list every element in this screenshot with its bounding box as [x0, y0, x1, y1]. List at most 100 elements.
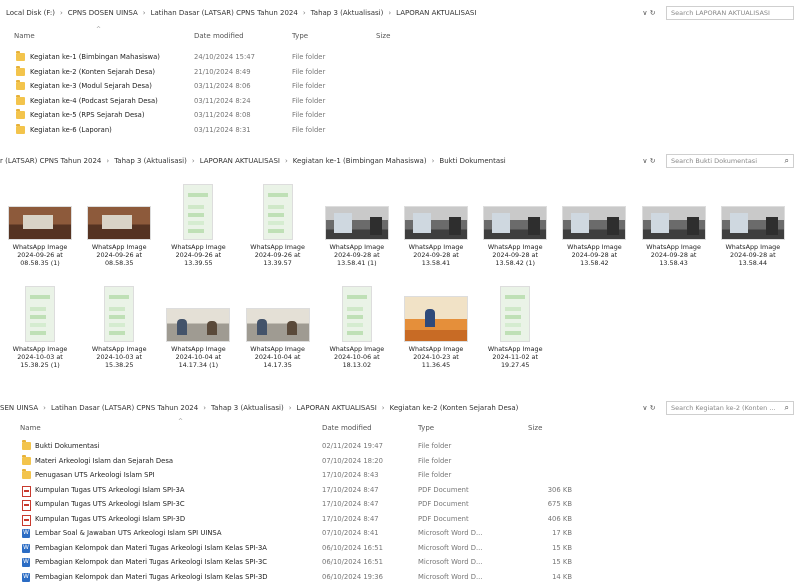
chevron-down-icon[interactable]: ∨	[642, 9, 647, 17]
breadcrumb-item[interactable]: Latihan Dasar (LATSAR) CPNS Tahun 2024	[151, 9, 298, 17]
sort-caret-icon: ^	[178, 418, 183, 425]
image-tile[interactable]: WhatsApp Image2024-09-28 at13.58.41 (1)	[321, 206, 393, 267]
column-size[interactable]: Size	[376, 32, 390, 40]
column-header: ^ Name Date modified Type Size	[0, 420, 798, 436]
breadcrumb-item[interactable]: r (LATSAR) CPNS Tahun 2024	[0, 157, 101, 165]
breadcrumb: Local Disk (F:)›CPNS DOSEN UINSA›Latihan…	[0, 9, 632, 17]
image-tile[interactable]: WhatsApp Image2024-09-28 at13.58.42 (1)	[479, 206, 551, 267]
column-size[interactable]: Size	[528, 424, 542, 432]
image-filename-line: WhatsApp Image	[242, 345, 314, 353]
image-tile[interactable]: WhatsApp Image2024-10-23 at11.36.45	[400, 296, 472, 369]
file-row[interactable]: Kegiatan ke-3 (Modul Sejarah Desa)03/11/…	[0, 79, 798, 94]
breadcrumb-item[interactable]: CPNS DOSEN UINSA	[68, 9, 138, 17]
chevron-down-icon[interactable]: ∨	[642, 404, 647, 412]
image-tile[interactable]: WhatsApp Image2024-09-28 at13.58.42	[558, 206, 630, 267]
image-thumbnail	[404, 206, 468, 240]
image-thumbnail	[642, 206, 706, 240]
image-tile[interactable]: WhatsApp Image2024-10-04 at14.17.35	[242, 308, 314, 369]
refresh-icon[interactable]: ↻	[650, 404, 656, 412]
column-type[interactable]: Type	[292, 32, 308, 40]
file-row[interactable]: Kegiatan ke-5 (RPS Sejarah Desa)03/11/20…	[0, 108, 798, 123]
file-name: Kegiatan ke-1 (Bimbingan Mahasiswa)	[30, 53, 160, 61]
image-tile[interactable]: WhatsApp Image2024-10-03 at15.38.25 (1)	[4, 286, 76, 369]
image-tile[interactable]: WhatsApp Image2024-09-26 at08.58.35	[83, 206, 155, 267]
address-bar[interactable]: r (LATSAR) CPNS Tahun 2024 › Tahap 3 (Aktu…	[0, 150, 798, 172]
file-size: 675 KB	[532, 500, 572, 508]
breadcrumb-item[interactable]: LAPORAN AKTUALISASI	[297, 404, 377, 412]
word-document-icon	[22, 544, 30, 553]
breadcrumb-item[interactable]: Tahap 3 (Aktualisasi)	[311, 9, 384, 17]
image-thumbnail	[721, 206, 785, 240]
breadcrumb-item[interactable]: Bukti Dokumentasi	[439, 157, 505, 165]
image-tile[interactable]: WhatsApp Image2024-09-26 at13.39.57	[242, 184, 314, 267]
file-row[interactable]: Kumpulan Tugas UTS Arkeologi Islam SPI-3…	[0, 483, 798, 498]
file-row[interactable]: Lembar Soal & Jawaban UTS Arkeologi Isla…	[0, 526, 798, 541]
image-tile[interactable]: WhatsApp Image2024-09-28 at13.58.43	[638, 206, 710, 267]
breadcrumb-item[interactable]: SEN UINSA	[0, 404, 38, 412]
breadcrumb-item[interactable]: Local Disk (F:)	[6, 9, 55, 17]
image-tile[interactable]: WhatsApp Image2024-10-04 at14.17.34 (1)	[162, 308, 234, 369]
breadcrumb-item[interactable]: Kegiatan ke-2 (Konten Sejarah Desa)	[390, 404, 519, 412]
image-filename-line: WhatsApp Image	[162, 243, 234, 251]
column-date[interactable]: Date modified	[322, 424, 372, 432]
search-icon: ⌕	[785, 156, 789, 166]
image-filename-line: 2024-10-03 at	[4, 353, 76, 361]
column-name[interactable]: Name	[14, 32, 35, 40]
breadcrumb-separator-icon: ›	[106, 157, 109, 165]
file-row[interactable]: Bukti Dokumentasi02/11/2024 19:47File fo…	[0, 439, 798, 454]
image-tile[interactable]: WhatsApp Image2024-09-28 at13.58.41	[400, 206, 472, 267]
file-row[interactable]: Pembagian Kelompok dan Materi Tugas Arke…	[0, 541, 798, 556]
breadcrumb-separator-icon: ›	[388, 9, 391, 17]
file-row[interactable]: Materi Arkeologi Islam dan Sejarah Desa0…	[0, 454, 798, 469]
search-input[interactable]: Search LAPORAN AKTUALISASI	[666, 6, 794, 20]
column-date[interactable]: Date modified	[194, 32, 244, 40]
refresh-icon[interactable]: ↻	[650, 157, 656, 165]
file-date: 03/11/2024 8:08	[194, 111, 251, 119]
breadcrumb-item[interactable]: LAPORAN AKTUALISASI	[396, 9, 476, 17]
file-date: 17/10/2024 8:47	[322, 515, 379, 523]
image-filename-line: 11.36.45	[400, 361, 472, 369]
address-bar[interactable]: Local Disk (F:)›CPNS DOSEN UINSA›Latihan…	[0, 2, 798, 24]
search-input[interactable]: Search Bukti Dokumentasi ⌕	[666, 154, 794, 168]
file-row[interactable]: Kumpulan Tugas UTS Arkeologi Islam SPI-3…	[0, 497, 798, 512]
column-type[interactable]: Type	[418, 424, 434, 432]
breadcrumb-item[interactable]: Tahap 3 (Aktualisasi)	[114, 157, 187, 165]
file-row[interactable]: Kegiatan ke-1 (Bimbingan Mahasiswa)24/10…	[0, 50, 798, 65]
column-header: ^ Name Date modified Type Size	[0, 28, 798, 44]
image-tile[interactable]: WhatsApp Image2024-11-02 at19.27.45	[479, 286, 551, 369]
breadcrumb-item[interactable]: LAPORAN AKTUALISASI	[200, 157, 280, 165]
file-row[interactable]: Kegiatan ke-6 (Laporan)03/11/2024 8:31Fi…	[0, 123, 798, 138]
file-type: File folder	[292, 82, 325, 90]
address-dropdown-and-refresh[interactable]: ∨ ↻	[632, 9, 666, 17]
file-date: 03/11/2024 8:31	[194, 126, 251, 134]
breadcrumb-item[interactable]: Kegiatan ke-1 (Bimbingan Mahasiswa)	[293, 157, 427, 165]
explorer-pane-laporan: Local Disk (F:)›CPNS DOSEN UINSA›Latihan…	[0, 0, 798, 145]
breadcrumb-item[interactable]: Latihan Dasar (LATSAR) CPNS Tahun 2024	[51, 404, 198, 412]
file-row[interactable]: Kumpulan Tugas UTS Arkeologi Islam SPI-3…	[0, 512, 798, 527]
image-thumbnail	[325, 206, 389, 240]
file-size: 15 KB	[532, 544, 572, 552]
file-row[interactable]: Kegiatan ke-2 (Konten Sejarah Desa)21/10…	[0, 65, 798, 80]
image-tile[interactable]: WhatsApp Image2024-10-06 at18.13.02	[321, 286, 393, 369]
image-tile[interactable]: WhatsApp Image2024-09-26 at08.58.35 (1)	[4, 206, 76, 267]
image-filename-line: 2024-10-06 at	[321, 353, 393, 361]
image-tile[interactable]: WhatsApp Image2024-09-26 at13.39.55	[162, 184, 234, 267]
address-dropdown-and-refresh[interactable]: ∨ ↻	[632, 157, 666, 165]
breadcrumb-item[interactable]: Tahap 3 (Aktualisasi)	[211, 404, 284, 412]
image-thumbnail	[500, 286, 530, 342]
image-tile[interactable]: WhatsApp Image2024-10-03 at15.38.25	[83, 286, 155, 369]
image-filename-line: 13.58.42 (1)	[479, 259, 551, 267]
column-name[interactable]: Name	[20, 424, 41, 432]
file-row[interactable]: Penugasan UTS Arkeologi Islam SPI17/10/2…	[0, 468, 798, 483]
address-bar[interactable]: SEN UINSA›Latihan Dasar (LATSAR) CPNS Ta…	[0, 397, 798, 419]
search-input[interactable]: Search Kegiatan ke-2 (Konten ... ⌕	[666, 401, 794, 415]
address-dropdown-and-refresh[interactable]: ∨ ↻	[632, 404, 666, 412]
file-row[interactable]: Pembagian Kelompok dan Materi Tugas Arke…	[0, 570, 798, 584]
file-row[interactable]: Kegiatan ke-4 (Podcast Sejarah Desa)03/1…	[0, 94, 798, 109]
chevron-down-icon[interactable]: ∨	[642, 157, 647, 165]
refresh-icon[interactable]: ↻	[650, 9, 656, 17]
image-filename-line: 2024-09-28 at	[321, 251, 393, 259]
file-row[interactable]: Pembagian Kelompok dan Materi Tugas Arke…	[0, 555, 798, 570]
image-tile[interactable]: WhatsApp Image2024-09-28 at13.58.44	[717, 206, 789, 267]
image-thumbnail	[483, 206, 547, 240]
